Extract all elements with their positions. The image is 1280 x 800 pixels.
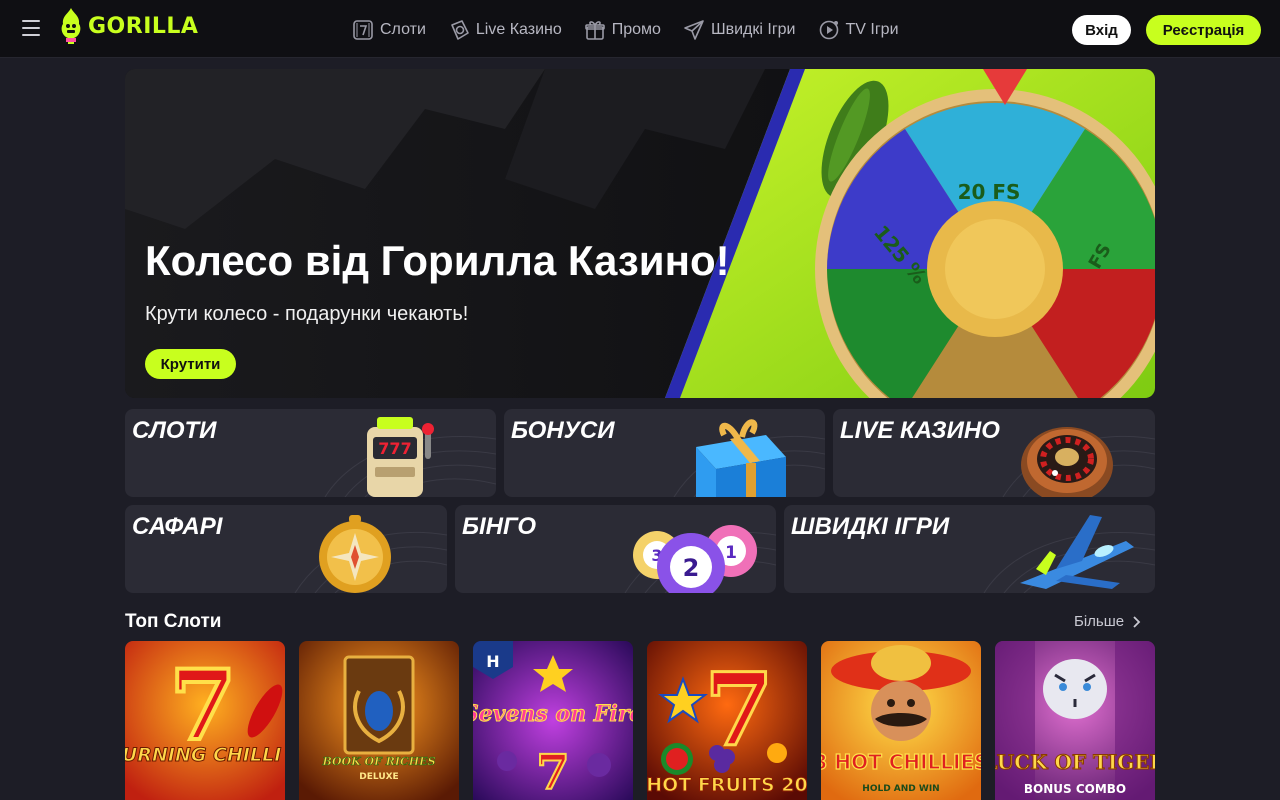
hero-subtitle: Крути колесо - подарунки чекають! [145,303,469,325]
chevron-right-icon [1133,615,1141,628]
nav-item-slots[interactable]: Слоти [352,19,426,41]
gorilla-logo-icon [61,8,81,44]
game-thumbnail: 7 HOT FRUITS 20 [647,641,807,800]
game-title: Sevens on Fire [473,701,633,727]
category-tile-fast-games[interactable]: ШВИДКІ ІГРИ [784,505,1155,593]
category-label: LIVE КАЗИНО [840,417,1000,444]
main-nav: Слоти Live Казино Промо Швидкі Ігри TV І… [352,16,921,44]
more-link[interactable]: Більше [1074,613,1142,630]
svg-text:777: 777 [378,439,411,458]
nav-item-live-casino[interactable]: Live Казино [448,19,562,41]
slot-machine-icon [353,20,373,40]
jet-icon [1020,515,1134,589]
game-card-burning-chilli-x[interactable]: 7 BURNING CHILLI X [125,641,285,800]
nav-label: Промо [611,21,661,38]
game-tag: DELUXE [359,772,398,782]
spin-button[interactable]: Крутити [145,349,236,379]
game-tag: BONUS COMBO [1024,782,1126,796]
game-title: 3 HOT CHILLIES [821,750,981,774]
register-button[interactable]: Реєстрація [1146,15,1261,45]
game-card-luck-of-tiger[interactable]: LUCK OF TIGER BONUS COMBO [995,641,1155,800]
brand-name: GORILLA [88,13,199,39]
bingo-ball-2: 2 [683,554,700,582]
compass-icon [319,515,391,593]
category-label: СЛОТИ [132,417,217,444]
game-card-3-hot-chillies[interactable]: 3 HOT CHILLIES HOLD AND WIN [821,641,981,800]
play-icon [819,20,838,40]
provider-badge: H [486,652,499,671]
category-tile-safari[interactable]: САФАРІ [125,505,447,593]
game-thumbnail: LUCK OF TIGER BONUS COMBO [995,641,1155,800]
plane-icon [684,20,704,40]
category-label: БОНУСИ [511,417,615,444]
nav-item-promo[interactable]: Промо [584,19,661,41]
nav-label: Швидкі Ігри [710,21,796,38]
game-card-hot-fruits-20[interactable]: 7 HOT FRUITS 20 [647,641,807,800]
more-label: Більше [1074,613,1125,630]
category-label: БІНГО [462,513,537,540]
top-header: GORILLA Слоти Live Казино Промо Швидкі І… [0,0,1280,58]
login-button[interactable]: Вхід [1072,15,1131,45]
slot-machine-icon: 777 [367,417,434,497]
hero-banner[interactable]: 20 FS 125 % FS Колесо від Горилла Казино… [125,69,1155,398]
category-tile-live-casino[interactable]: LIVE КАЗИНО [833,409,1155,497]
category-tile-bonuses[interactable]: БОНУСИ [504,409,825,497]
game-title: LUCK OF TIGER [995,750,1155,774]
category-label: ШВИДКІ ІГРИ [791,513,950,540]
game-thumbnail: H Sevens on Fire 7 [473,641,633,800]
game-title: BURNING CHILLI X [125,744,285,766]
nav-item-fast-games[interactable]: Швидкі Ігри [683,19,796,41]
wheel-label-fs: 20 FS [958,180,1021,204]
category-label: САФАРІ [132,513,223,540]
game-tag: HOLD AND WIN [862,784,939,794]
hero-title: Колесо від Горилла Казино! [145,237,730,284]
bingo-balls-icon: 3 1 2 [633,525,757,593]
gift-box-icon [696,419,786,497]
game-title: BOOK OF RICHES [321,755,435,768]
nav-item-tv-games[interactable]: TV Ігри [818,19,899,41]
nav-label: TV Ігри [845,21,899,38]
game-thumbnail: 3 HOT CHILLIES HOLD AND WIN [821,641,981,800]
logo[interactable]: GORILLA [60,6,198,46]
top-slots-title: Топ Слоти [125,611,222,632]
nav-label: Слоти [380,21,426,38]
game-card-sevens-on-fire[interactable]: H Sevens on Fire 7 [473,641,633,800]
svg-text:7: 7 [536,745,569,800]
chip-icon [451,20,469,40]
roulette-icon [1021,427,1113,497]
hero-background: 20 FS 125 % FS [125,69,1155,398]
category-tile-slots[interactable]: СЛОТИ 777 [125,409,496,497]
bingo-ball-1: 1 [725,543,737,563]
game-title: HOT FRUITS 20 [647,774,807,796]
hamburger-icon[interactable] [22,20,40,36]
game-card-book-of-riches[interactable]: BOOK OF RICHES DELUXE [299,641,459,800]
category-tile-bingo[interactable]: БІНГО 3 1 2 [455,505,776,593]
gift-icon [584,21,605,40]
game-thumbnail: 7 BURNING CHILLI X [125,641,285,800]
nav-label: Live Казино [475,21,562,38]
game-thumbnail: BOOK OF RICHES DELUXE [299,641,459,800]
